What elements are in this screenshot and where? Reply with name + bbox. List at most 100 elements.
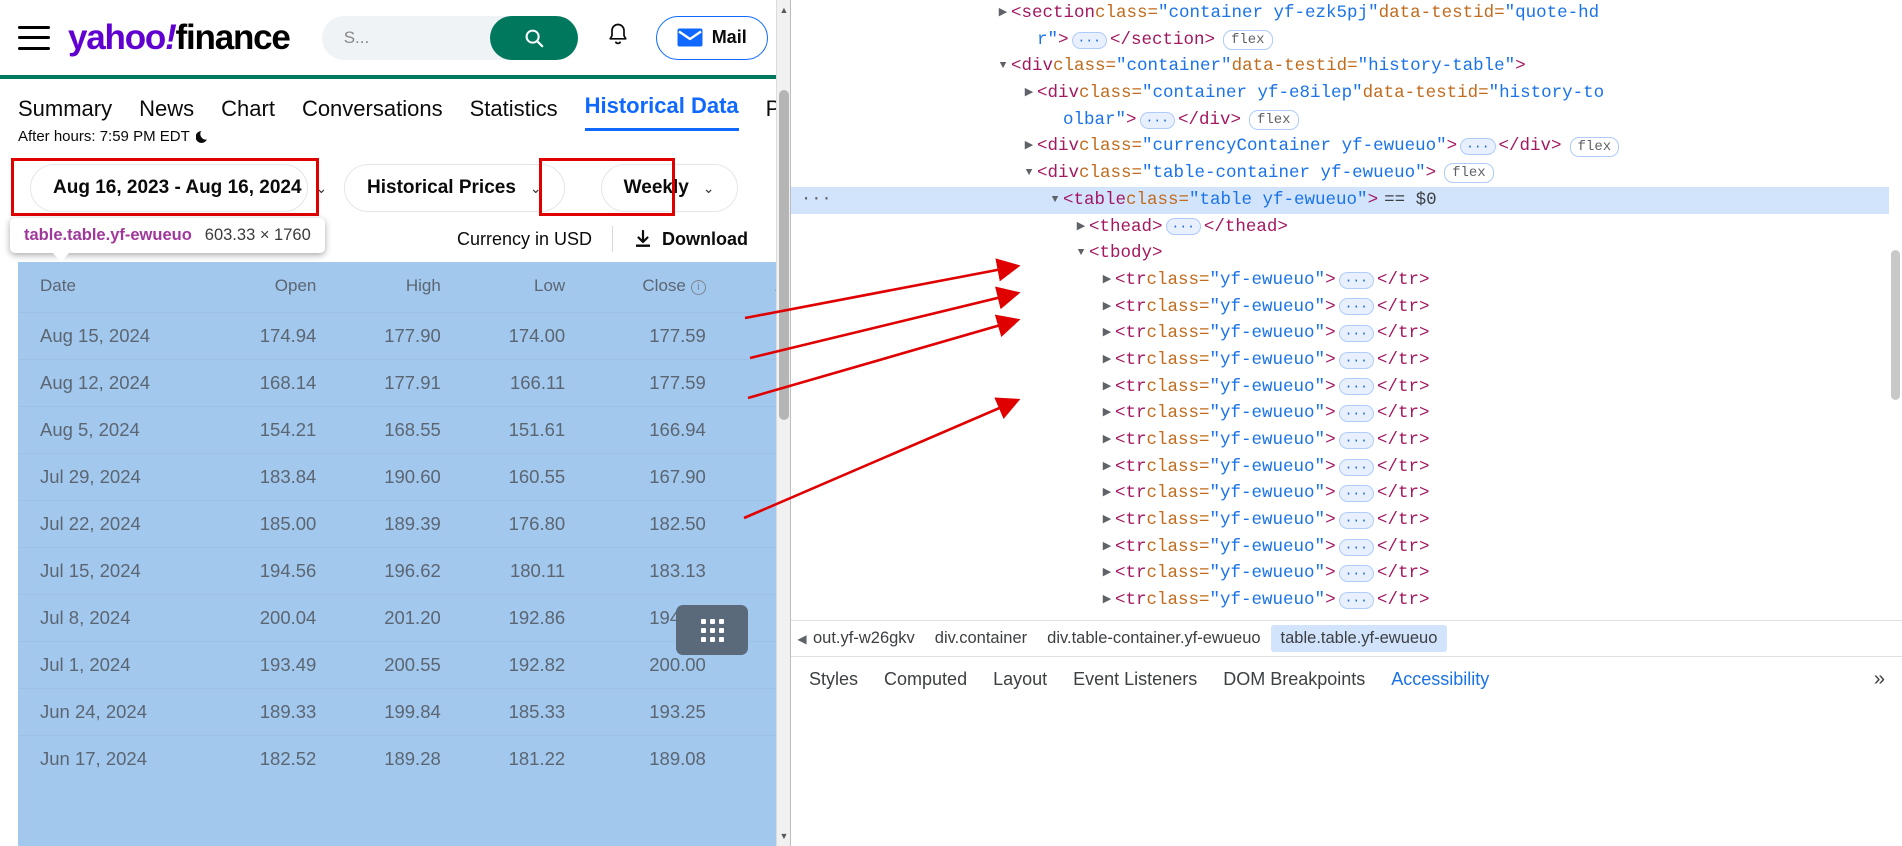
tab-layout[interactable]: Layout xyxy=(993,669,1047,690)
page-scrollbar-thumb[interactable] xyxy=(779,90,789,420)
dom-tree-line[interactable]: ···<table class="table yf-ewueuo"> == $0 xyxy=(791,187,1902,214)
dom-collapsed-children-icon[interactable]: ··· xyxy=(1339,565,1374,582)
dom-collapsed-children-icon[interactable]: ··· xyxy=(1339,352,1374,369)
col-close[interactable]: Closei xyxy=(575,262,716,313)
info-icon[interactable]: i xyxy=(691,280,706,295)
dom-tree-line[interactable]: <tr class="yf-ewueuo">···</tr> xyxy=(791,320,1902,347)
triangle-collapsed-icon[interactable] xyxy=(1099,507,1115,534)
tab-news[interactable]: News xyxy=(139,96,194,131)
dom-collapsed-children-icon[interactable]: ··· xyxy=(1339,592,1374,609)
scroll-down-arrow-icon[interactable]: ▼ xyxy=(777,828,790,844)
dom-collapsed-children-icon[interactable]: ··· xyxy=(1166,218,1201,235)
dom-tree-line[interactable]: <tr class="yf-ewueuo">···</tr> xyxy=(791,427,1902,454)
dom-collapsed-children-icon[interactable]: ··· xyxy=(1339,325,1374,342)
triangle-collapsed-icon[interactable] xyxy=(1021,80,1037,107)
triangle-collapsed-icon[interactable] xyxy=(1099,587,1115,614)
frequency-select[interactable]: Weekly ⌄ xyxy=(601,164,738,212)
tab-summary[interactable]: Summary xyxy=(18,96,112,131)
triangle-collapsed-icon[interactable] xyxy=(1099,400,1115,427)
tab-chart[interactable]: Chart xyxy=(221,96,275,131)
dom-tree-line[interactable]: <div class="container" data-testid="hist… xyxy=(791,53,1902,80)
dom-tree-line[interactable]: <tr class="yf-ewueuo">···</tr> xyxy=(791,507,1902,534)
dom-tree-line[interactable]: <thead>···</thead> xyxy=(791,214,1902,241)
dom-collapsed-children-icon[interactable]: ··· xyxy=(1339,432,1374,449)
dom-tree-line[interactable]: <section class="container yf-ezk5pj" dat… xyxy=(791,0,1902,27)
mail-button[interactable]: Mail xyxy=(656,16,768,60)
page-scrollbar[interactable]: ▲ ▼ xyxy=(776,0,790,846)
dom-collapsed-children-icon[interactable]: ··· xyxy=(1072,32,1107,49)
dom-collapsed-children-icon[interactable]: ··· xyxy=(1460,138,1495,155)
dom-tree-line[interactable]: <tr class="yf-ewueuo">···</tr> xyxy=(791,480,1902,507)
col-open[interactable]: Open xyxy=(202,262,326,313)
triangle-collapsed-icon[interactable] xyxy=(1099,374,1115,401)
dom-tree-line[interactable]: <tr class="yf-ewueuo">···</tr> xyxy=(791,560,1902,587)
dom-collapsed-children-icon[interactable]: ··· xyxy=(1339,512,1374,529)
tab-conversations[interactable]: Conversations xyxy=(302,96,443,131)
triangle-collapsed-icon[interactable] xyxy=(1099,267,1115,294)
dom-tree-line[interactable]: olbar">···</div>flex xyxy=(791,107,1902,134)
triangle-collapsed-icon[interactable] xyxy=(1099,454,1115,481)
hamburger-menu-icon[interactable] xyxy=(18,26,50,50)
tab-computed[interactable]: Computed xyxy=(884,669,967,690)
dom-tree-line[interactable]: <div class="container yf-e8ilep" data-te… xyxy=(791,80,1902,107)
tab-accessibility[interactable]: Accessibility xyxy=(1391,669,1489,690)
scroll-up-arrow-icon[interactable]: ▲ xyxy=(777,2,790,18)
yahoo-finance-logo[interactable]: yahoo!finance xyxy=(68,18,290,58)
breadcrumb-item-container[interactable]: div.container xyxy=(925,625,1037,652)
dom-collapsed-children-icon[interactable]: ··· xyxy=(1339,378,1374,395)
devtools-scrollbar-thumb[interactable] xyxy=(1891,250,1900,400)
breadcrumb-item-table[interactable]: table.table.yf-ewueuo xyxy=(1271,625,1448,652)
triangle-expanded-icon[interactable] xyxy=(1073,240,1089,267)
triangle-collapsed-icon[interactable] xyxy=(1099,294,1115,321)
col-date[interactable]: Date xyxy=(18,262,202,313)
tab-event-listeners[interactable]: Event Listeners xyxy=(1073,669,1197,690)
download-button[interactable]: Download xyxy=(633,229,748,250)
triangle-expanded-icon[interactable] xyxy=(995,53,1011,80)
triangle-expanded-icon[interactable] xyxy=(1021,160,1037,187)
dom-tree-line[interactable]: <tr class="yf-ewueuo">···</tr> xyxy=(791,400,1902,427)
devtools-scrollbar[interactable] xyxy=(1889,0,1902,620)
dom-collapsed-children-icon[interactable]: ··· xyxy=(1339,539,1374,556)
dom-collapsed-children-icon[interactable]: ··· xyxy=(1339,405,1374,422)
flex-badge[interactable]: flex xyxy=(1444,163,1494,183)
search-button[interactable] xyxy=(490,16,578,60)
dom-collapsed-children-icon[interactable]: ··· xyxy=(1339,298,1374,315)
triangle-collapsed-icon[interactable] xyxy=(1099,320,1115,347)
search-input[interactable] xyxy=(322,16,512,60)
dom-tree[interactable]: <section class="container yf-ezk5pj" dat… xyxy=(791,0,1902,620)
dom-tree-line[interactable]: <tr class="yf-ewueuo">···</tr> xyxy=(791,374,1902,401)
data-type-select[interactable]: Historical Prices ⌄ xyxy=(344,164,565,212)
dom-tree-line[interactable]: <tbody> xyxy=(791,240,1902,267)
triangle-collapsed-icon[interactable] xyxy=(1021,133,1037,160)
flex-badge[interactable]: flex xyxy=(1249,110,1299,130)
dom-tree-line[interactable]: <tr class="yf-ewueuo">···</tr> xyxy=(791,534,1902,561)
grid-widget-button[interactable] xyxy=(676,605,748,655)
date-range-picker[interactable]: Aug 16, 2023 - Aug 16, 2024 ⌄ xyxy=(30,164,308,212)
triangle-collapsed-icon[interactable] xyxy=(1099,347,1115,374)
breadcrumb-scroll-left-icon[interactable]: ◀ xyxy=(791,632,813,646)
dom-tree-line[interactable]: <tr class="yf-ewueuo">···</tr> xyxy=(791,347,1902,374)
tab-styles[interactable]: Styles xyxy=(809,669,858,690)
notifications-button[interactable] xyxy=(606,22,630,53)
dom-tree-line[interactable]: <tr class="yf-ewueuo">···</tr> xyxy=(791,294,1902,321)
dom-collapsed-children-icon[interactable]: ··· xyxy=(1339,272,1374,289)
dom-collapsed-children-icon[interactable]: ··· xyxy=(1339,459,1374,476)
dom-tree-line[interactable]: <tr class="yf-ewueuo">···</tr> xyxy=(791,267,1902,294)
col-low[interactable]: Low xyxy=(451,262,575,313)
tab-statistics[interactable]: Statistics xyxy=(470,96,558,131)
breadcrumb-item-table-container[interactable]: div.table-container.yf-ewueuo xyxy=(1037,625,1270,652)
triangle-collapsed-icon[interactable] xyxy=(1099,427,1115,454)
triangle-collapsed-icon[interactable] xyxy=(1099,480,1115,507)
triangle-collapsed-icon[interactable] xyxy=(995,0,1011,27)
dom-tree-line[interactable]: <tr class="yf-ewueuo">···</tr> xyxy=(791,587,1902,614)
dom-tree-line[interactable]: <tr class="yf-ewueuo">···</tr> xyxy=(791,454,1902,481)
dom-collapsed-children-icon[interactable]: ··· xyxy=(1140,112,1175,129)
dom-tree-line[interactable]: <div class="currencyContainer yf-ewueuo"… xyxy=(791,133,1902,160)
flex-badge[interactable]: flex xyxy=(1223,30,1273,50)
triangle-collapsed-icon[interactable] xyxy=(1099,560,1115,587)
col-high[interactable]: High xyxy=(326,262,450,313)
dom-collapsed-children-icon[interactable]: ··· xyxy=(1339,485,1374,502)
dom-tree-line[interactable]: <div class="table-container yf-ewueuo">f… xyxy=(791,160,1902,187)
tab-historical-data[interactable]: Historical Data xyxy=(585,93,739,131)
chevron-double-right-icon[interactable]: » xyxy=(1874,668,1885,691)
